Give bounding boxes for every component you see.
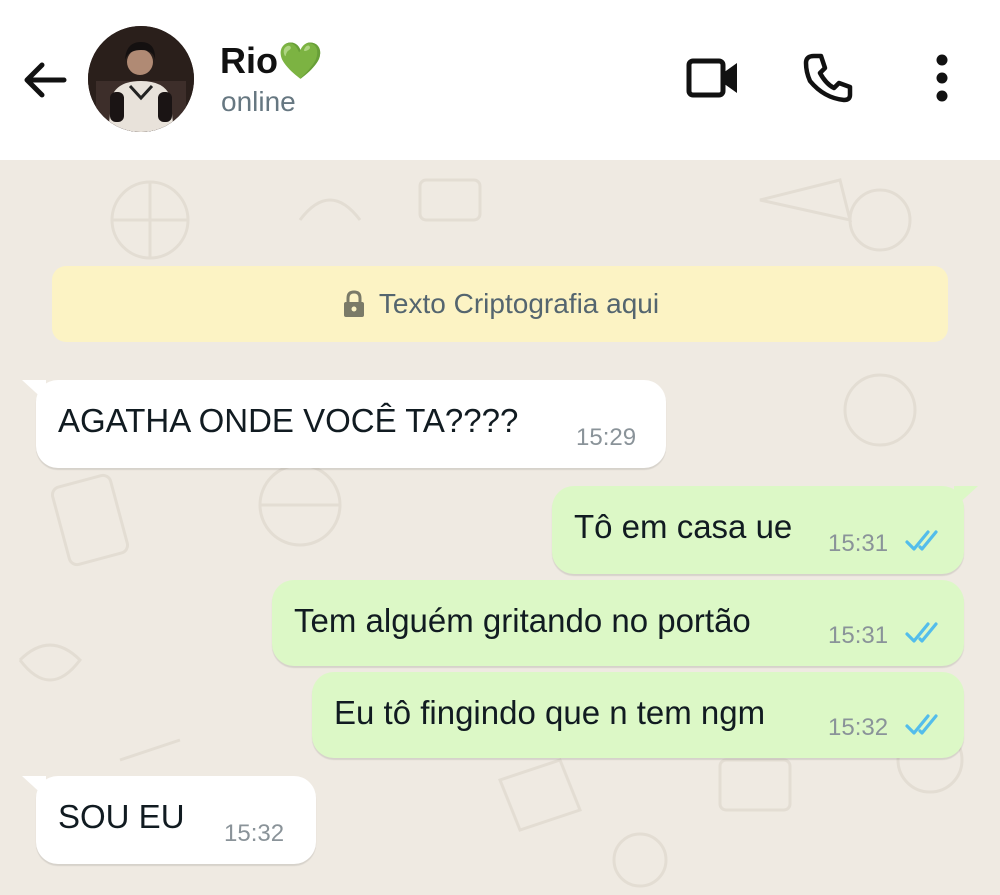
read-ticks-icon <box>905 622 938 643</box>
voice-call-button[interactable] <box>798 48 858 108</box>
message-bubble-outgoing[interactable]: Tô em casa ue 15:31 <box>552 486 978 574</box>
green-heart-emoji: 💚 <box>278 40 323 81</box>
more-vertical-icon <box>936 54 948 102</box>
read-ticks-icon <box>905 530 938 551</box>
message-time: 15:31 <box>828 622 889 649</box>
message-time: 15:32 <box>828 714 889 741</box>
read-ticks-icon <box>905 714 938 735</box>
encryption-notice-text: Texto Criptografia aqui <box>378 288 660 319</box>
message-time: 15:32 <box>224 820 285 847</box>
message-bubble-outgoing[interactable]: Tem alguém gritando no portão 15:31 <box>272 580 964 666</box>
message-text: SOU EU <box>58 798 185 835</box>
profile-photo <box>88 26 194 132</box>
contact-name-text: Rio <box>220 40 278 81</box>
bubble-tail <box>954 486 978 508</box>
contact-name[interactable]: Rio💚 <box>220 40 323 82</box>
message-bubble-incoming[interactable]: AGATHA ONDE VOCÊ TA???? 15:29 <box>22 380 666 468</box>
message-text: Tem alguém gritando no portão <box>294 602 751 639</box>
arrow-left-icon <box>24 62 67 98</box>
bubble-tail <box>22 380 46 402</box>
message-bubble-outgoing[interactable]: Eu tô fingindo que n tem ngm 15:32 <box>312 672 964 758</box>
more-options-button[interactable] <box>912 48 972 108</box>
message-bubble-incoming[interactable]: SOU EU 15:32 <box>22 776 316 864</box>
chat-area[interactable]: Texto Criptografia aqui AGATHA ONDE VOCÊ… <box>0 160 1000 895</box>
back-button[interactable] <box>20 55 70 105</box>
message-time: 15:31 <box>828 530 889 557</box>
message-text: Eu tô fingindo que n tem ngm <box>334 694 766 731</box>
avatar[interactable] <box>88 26 194 132</box>
message-text: Tô em casa ue <box>574 508 793 545</box>
message-time: 15:29 <box>576 424 637 451</box>
bubble-tail <box>22 776 46 798</box>
message-text: AGATHA ONDE VOCÊ TA???? <box>58 402 519 439</box>
phone-icon <box>803 53 853 103</box>
lock-icon <box>343 290 364 317</box>
encryption-notice[interactable]: Texto Criptografia aqui <box>52 266 948 342</box>
contact-status: online <box>221 86 296 117</box>
video-call-icon <box>686 58 737 98</box>
chat-header: Rio💚 online <box>0 0 1000 160</box>
video-call-button[interactable] <box>683 48 743 108</box>
